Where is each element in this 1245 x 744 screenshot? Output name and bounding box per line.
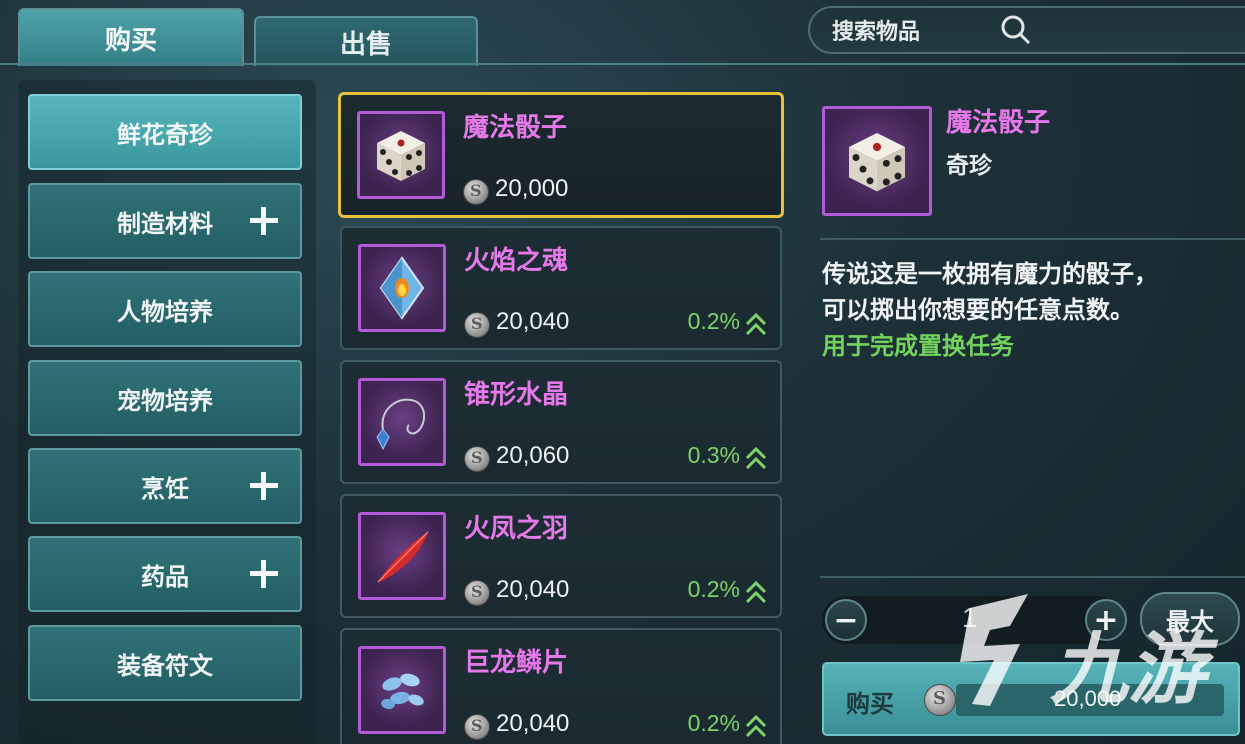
item-name: 魔法骰子 <box>463 113 568 143</box>
double-chevron-up-icon <box>745 580 767 604</box>
detail-thumbnail <box>822 106 932 216</box>
price-change: 0.3% <box>687 442 740 468</box>
red-feather-icon <box>377 531 429 583</box>
category-label: 制造材料 <box>117 209 213 238</box>
silver-coin-icon <box>464 580 490 606</box>
search-input[interactable]: 搜索物品 <box>808 6 1245 54</box>
list-item[interactable]: 火凤之羽 20,040 0.2% <box>340 494 782 618</box>
category-crafting-materials[interactable]: 制造材料 <box>28 183 302 259</box>
flame-crystal-icon <box>379 256 425 320</box>
expand-plus-icon[interactable] <box>246 468 282 504</box>
detail-item-name: 魔法骰子 <box>946 108 1051 138</box>
category-label: 宠物培养 <box>117 386 213 415</box>
item-name: 锥形水晶 <box>464 380 569 410</box>
item-price: 20,040 <box>496 576 570 603</box>
silver-coin-icon <box>463 179 489 205</box>
search-placeholder: 搜索物品 <box>832 20 921 45</box>
item-price: 20,060 <box>496 442 570 469</box>
category-pet-training[interactable]: 宠物培养 <box>28 360 302 436</box>
watermark-text: 九游 <box>1050 625 1219 715</box>
item-price: 20,040 <box>496 710 570 737</box>
category-medicine[interactable]: 药品 <box>28 536 302 612</box>
item-list: 魔法骰子 20,000 火焰之魂 20,040 0.2% <box>330 80 792 744</box>
item-name: 火凤之羽 <box>464 514 569 544</box>
category-rare-flowers[interactable]: 鲜花奇珍 <box>28 94 302 170</box>
search-icon[interactable] <box>998 12 1034 48</box>
list-item[interactable]: 锥形水晶 20,060 0.3% <box>340 360 782 484</box>
expand-plus-icon[interactable] <box>246 556 282 592</box>
item-thumbnail <box>358 646 446 734</box>
price-change: 0.2% <box>687 576 740 602</box>
category-label: 鲜花奇珍 <box>117 120 213 149</box>
category-label: 药品 <box>141 562 189 591</box>
category-equipment-runes[interactable]: 装备符文 <box>28 625 302 701</box>
detail-item-type: 奇珍 <box>946 153 992 179</box>
item-thumbnail <box>358 244 446 332</box>
buy-button-label: 购买 <box>846 690 894 718</box>
decrease-quantity-button[interactable]: − <box>825 599 867 641</box>
item-thumbnail <box>358 512 446 600</box>
category-label: 装备符文 <box>117 651 213 680</box>
silver-coin-icon <box>464 714 490 740</box>
tab-buy[interactable]: 购买 <box>18 8 244 66</box>
category-label: 人物培养 <box>117 297 213 326</box>
detail-usage: 用于完成置换任务 <box>822 332 1014 360</box>
silver-coin-icon <box>464 312 490 338</box>
item-price: 20,000 <box>495 175 569 202</box>
pendulum-crystal-icon <box>376 398 425 451</box>
dice-icon <box>377 131 425 181</box>
silver-coin-icon <box>464 446 490 472</box>
double-chevron-up-icon <box>745 312 767 336</box>
category-sidebar: 鲜花奇珍 制造材料 人物培养 宠物培养 烹饪 药品 装备符文 <box>18 80 316 744</box>
dragon-scales-icon <box>381 673 424 710</box>
item-name: 火焰之魂 <box>464 246 569 276</box>
divider <box>820 576 1245 578</box>
category-cooking[interactable]: 烹饪 <box>28 448 302 524</box>
jiuyou-watermark-logo: 九游 <box>960 594 1219 715</box>
list-item[interactable]: 巨龙鳞片 20,040 0.2% <box>340 628 782 744</box>
category-character-training[interactable]: 人物培养 <box>28 271 302 347</box>
list-item[interactable]: 火焰之魂 20,040 0.2% <box>340 226 782 350</box>
price-change: 0.2% <box>687 710 740 736</box>
item-name: 巨龙鳞片 <box>464 648 569 678</box>
detail-description: 传说这是一枚拥有魔力的骰子， 可以掷出你想要的任意点数。 <box>822 260 1158 324</box>
list-item[interactable]: 魔法骰子 20,000 <box>338 92 784 218</box>
category-label: 烹饪 <box>141 474 189 503</box>
dice-icon <box>849 133 905 192</box>
expand-plus-icon[interactable] <box>246 203 282 239</box>
double-chevron-up-icon <box>745 714 767 738</box>
frame-divider <box>0 63 1245 65</box>
item-price: 20,040 <box>496 308 570 335</box>
double-chevron-up-icon <box>745 446 767 470</box>
tab-sell[interactable]: 出售 <box>254 16 478 66</box>
divider <box>820 238 1245 240</box>
item-thumbnail <box>358 378 446 466</box>
item-thumbnail <box>357 111 445 199</box>
price-change: 0.2% <box>687 308 740 334</box>
